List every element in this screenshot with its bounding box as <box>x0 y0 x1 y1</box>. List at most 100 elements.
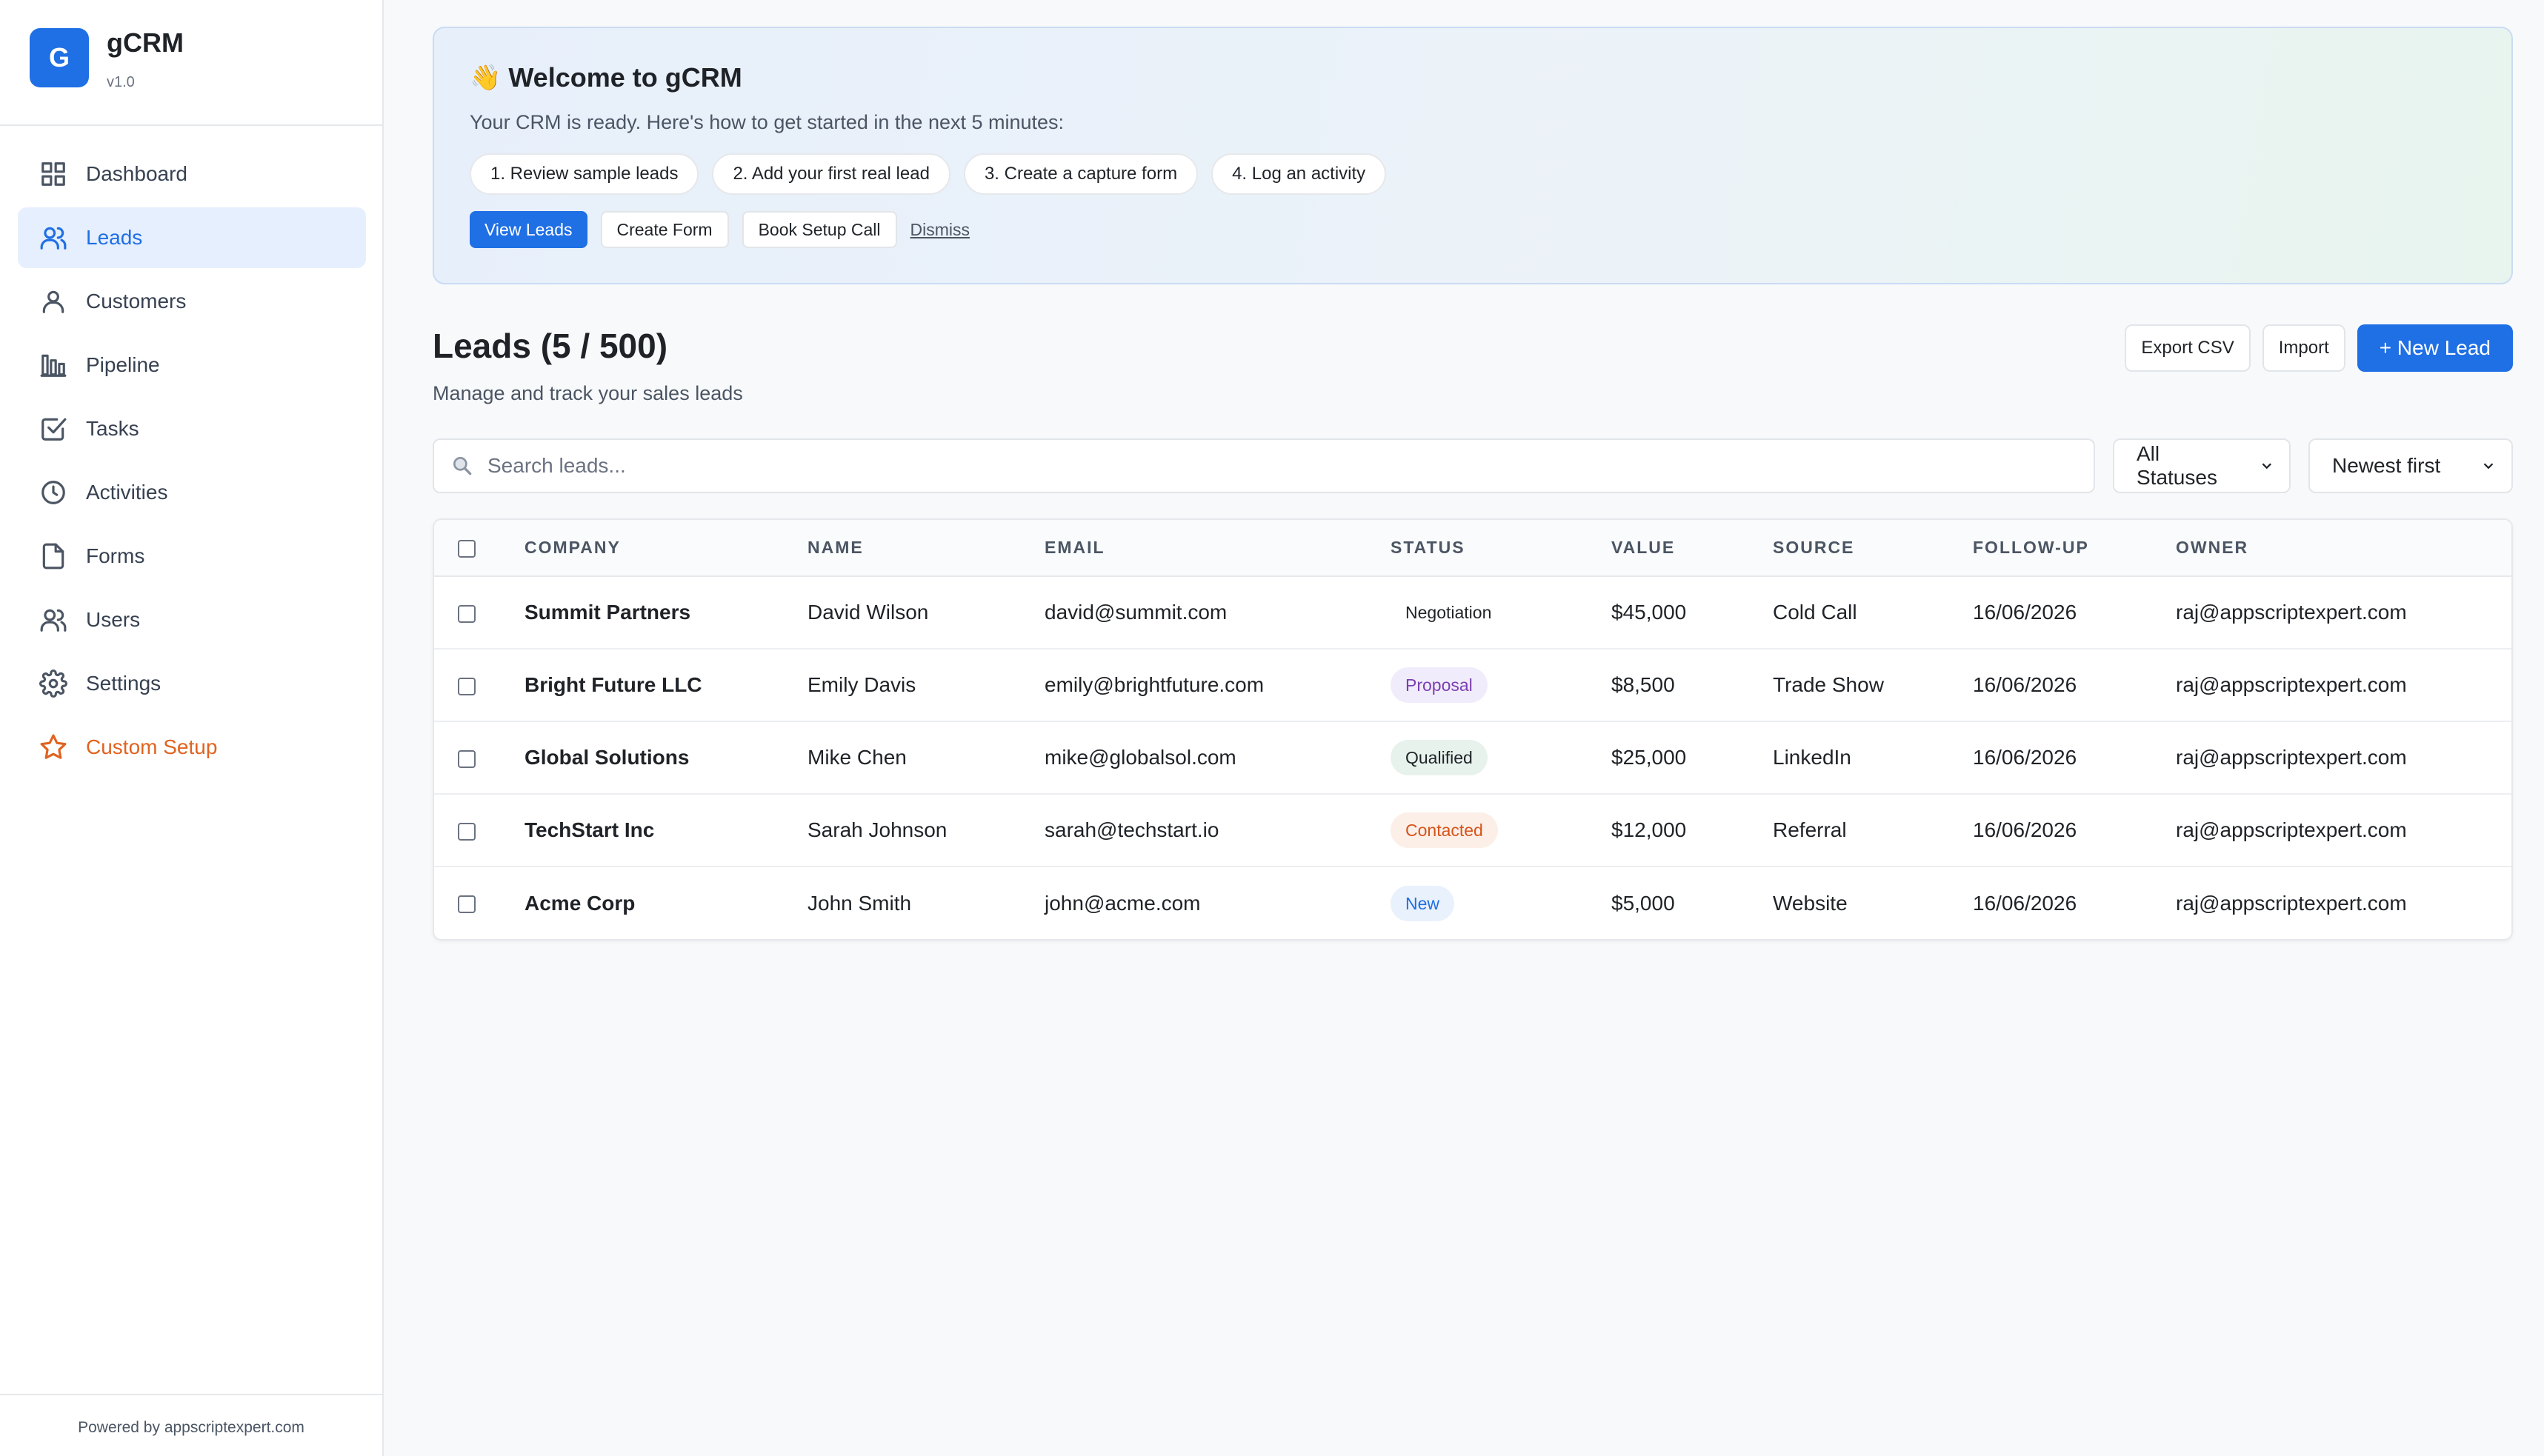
email-cell: mike@globalsol.com <box>1045 746 1236 769</box>
search-input[interactable] <box>487 454 2043 478</box>
star-icon <box>39 732 68 762</box>
value-cell: $25,000 <box>1611 746 1687 769</box>
search-box[interactable] <box>433 438 2095 493</box>
new-lead-button[interactable]: + New Lead <box>2357 324 2513 372</box>
powered-by: Powered by appscriptexpert.com <box>78 1419 304 1436</box>
main-content: 👋 Welcome to gCRM Your CRM is ready. Her… <box>433 27 2513 941</box>
company-cell[interactable]: Acme Corp <box>525 866 808 939</box>
import-button[interactable]: Import <box>2262 324 2345 372</box>
row-checkbox[interactable] <box>458 822 476 841</box>
column-header[interactable]: VALUE <box>1611 520 1773 576</box>
status-badge: Qualified <box>1391 740 1488 775</box>
column-header[interactable]: SOURCE <box>1773 520 1973 576</box>
sidebar-item-label: Settings <box>86 672 162 695</box>
followup-cell: 16/06/2026 <box>1973 673 2077 696</box>
step-chip[interactable]: 3. Create a capture form <box>963 153 1199 195</box>
sidebar-item-settings[interactable]: Settings <box>18 653 366 714</box>
company-cell[interactable]: TechStart Inc <box>525 794 808 866</box>
chevron-down-icon <box>2262 463 2271 470</box>
welcome-subtitle: Your CRM is ready. Here's how to get sta… <box>470 111 1065 133</box>
book-setup-call-button[interactable]: Book Setup Call <box>742 211 897 248</box>
sidebar-item-label: Dashboard <box>86 162 187 185</box>
sort-value: Newest first <box>2332 454 2441 477</box>
source-cell: Cold Call <box>1773 601 1857 624</box>
export-csv-button[interactable]: Export CSV <box>2125 324 2251 372</box>
create-form-button[interactable]: Create Form <box>600 211 729 248</box>
name-cell: Emily Davis <box>808 673 916 696</box>
name-cell: Sarah Johnson <box>808 818 948 841</box>
value-cell: $5,000 <box>1611 891 1675 915</box>
row-checkbox[interactable] <box>458 677 476 695</box>
followup-cell: 16/06/2026 <box>1973 818 2077 841</box>
status-badge: Proposal <box>1391 667 1488 703</box>
chevron-down-icon <box>2483 463 2494 470</box>
clock-icon <box>39 478 68 507</box>
bar-chart-icon <box>39 350 68 380</box>
sidebar-item-tasks[interactable]: Tasks <box>18 398 366 459</box>
table-row[interactable]: Global Solutions Mike Chen mike@globalso… <box>434 721 2511 794</box>
status-filter-select[interactable]: All Statuses <box>2113 438 2291 493</box>
row-checkbox[interactable] <box>458 895 476 914</box>
sidebar-item-leads[interactable]: Leads <box>18 207 366 268</box>
owner-cell: raj@appscriptexpert.com <box>2176 746 2407 769</box>
wave-icon: 👋 <box>470 64 502 92</box>
dismiss-link[interactable]: Dismiss <box>910 220 970 240</box>
column-header[interactable]: NAME <box>808 520 1045 576</box>
select-all-checkbox[interactable] <box>458 539 476 558</box>
value-cell: $45,000 <box>1611 601 1687 624</box>
filter-bar: All Statuses Newest first <box>433 438 2513 493</box>
table-row[interactable]: Summit Partners David Wilson david@summi… <box>434 576 2511 649</box>
search-icon <box>453 457 472 475</box>
sidebar-item-customers[interactable]: Customers <box>18 271 366 332</box>
divider <box>0 1394 382 1395</box>
column-header[interactable]: COMPANY <box>525 520 808 576</box>
status-badge: Negotiation <box>1405 603 1492 622</box>
table-row[interactable]: Bright Future LLC Emily Davis emily@brig… <box>434 649 2511 721</box>
onboarding-steps: 1. Review sample leads 2. Add your first… <box>470 153 2476 195</box>
step-chip[interactable]: 1. Review sample leads <box>470 153 699 195</box>
value-cell: $12,000 <box>1611 818 1687 841</box>
sidebar-item-forms[interactable]: Forms <box>18 526 366 587</box>
header-actions: Export CSV Import + New Lead <box>2113 324 2513 372</box>
column-header[interactable]: STATUS <box>1391 520 1611 576</box>
followup-cell: 16/06/2026 <box>1973 746 2077 769</box>
sidebar-item-dashboard[interactable]: Dashboard <box>18 144 366 204</box>
page-header: Leads (5 / 500) Manage and track your sa… <box>433 324 2513 407</box>
company-cell[interactable]: Global Solutions <box>525 721 808 794</box>
welcome-title-text: Welcome to gCRM <box>508 62 742 93</box>
source-cell: Referral <box>1773 818 1847 841</box>
name-cell: John Smith <box>808 891 912 915</box>
email-cell: john@acme.com <box>1045 891 1201 915</box>
sidebar: G gCRM v1.0 Dashboard Leads Customers Pi… <box>0 0 384 1456</box>
table-row[interactable]: TechStart Inc Sarah Johnson sarah@techst… <box>434 794 2511 866</box>
table-row[interactable]: Acme Corp John Smith john@acme.com New $… <box>434 866 2511 939</box>
company-cell[interactable]: Bright Future LLC <box>525 649 808 721</box>
column-header[interactable]: OWNER <box>2176 520 2511 576</box>
view-leads-button[interactable]: View Leads <box>470 211 587 248</box>
owner-cell: raj@appscriptexpert.com <box>2176 818 2407 841</box>
brand[interactable]: G gCRM v1.0 <box>30 28 184 95</box>
sidebar-item-custom-setup[interactable]: Custom Setup <box>18 717 366 778</box>
email-cell: sarah@techstart.io <box>1045 818 1219 841</box>
step-chip[interactable]: 4. Log an activity <box>1211 153 1387 195</box>
step-chip[interactable]: 2. Add your first real lead <box>712 153 950 195</box>
company-cell[interactable]: Summit Partners <box>525 576 808 649</box>
sidebar-item-label: Users <box>86 608 141 631</box>
page-subtitle: Manage and track your sales leads <box>433 382 743 404</box>
followup-cell: 16/06/2026 <box>1973 891 2077 915</box>
sidebar-item-users[interactable]: Users <box>18 590 366 650</box>
status-filter-value: All Statuses <box>2137 442 2217 489</box>
sidebar-item-label: Custom Setup <box>86 735 218 758</box>
row-checkbox[interactable] <box>458 749 476 768</box>
brand-text: gCRM v1.0 <box>107 28 184 91</box>
leads-table: COMPANY NAME EMAIL STATUS VALUE SOURCE F… <box>434 520 2511 939</box>
column-header[interactable]: FOLLOW-UP <box>1973 520 2176 576</box>
row-checkbox[interactable] <box>458 604 476 623</box>
sort-select[interactable]: Newest first <box>2308 438 2513 493</box>
column-header[interactable]: EMAIL <box>1045 520 1391 576</box>
sidebar-item-pipeline[interactable]: Pipeline <box>18 335 366 395</box>
owner-cell: raj@appscriptexpert.com <box>2176 673 2407 696</box>
source-cell: LinkedIn <box>1773 746 1851 769</box>
email-cell: emily@brightfuture.com <box>1045 673 1265 696</box>
sidebar-item-activities[interactable]: Activities <box>18 462 366 523</box>
